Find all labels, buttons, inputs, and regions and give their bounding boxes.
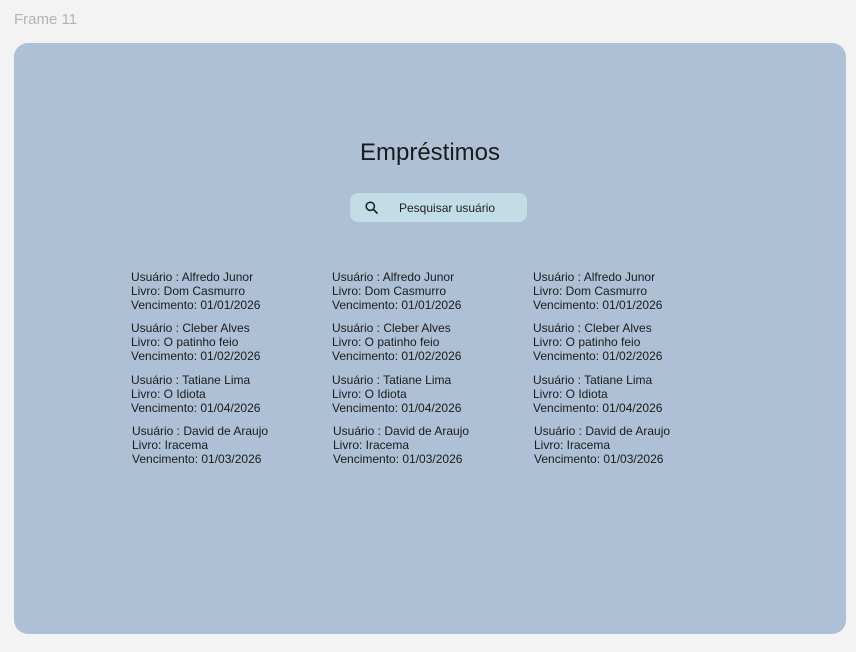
loan-card: Usuário : Tatiane Lima Livro: O Idiota V… — [533, 373, 662, 415]
loan-user: Usuário : David de Araujo — [534, 424, 671, 438]
loan-card: Usuário : David de Araujo Livro: Iracema… — [333, 424, 469, 466]
loan-user: Usuário : David de Araujo — [132, 424, 269, 438]
loan-book: Livro: O patinho feio — [533, 335, 641, 349]
loan-due-date: Vencimento: 01/02/2026 — [131, 349, 261, 363]
loan-due-date: Vencimento: 01/03/2026 — [534, 452, 664, 466]
loan-book: Livro: Iracema — [333, 438, 410, 452]
loan-user: Usuário : Tatiane Lima — [131, 373, 251, 387]
loan-card: Usuário : David de Araujo Livro: Iracema… — [132, 424, 268, 466]
loan-due-date: Vencimento: 01/02/2026 — [332, 349, 462, 363]
loan-user: Usuário : Cleber Alves — [332, 321, 451, 335]
loan-due-date: Vencimento: 01/02/2026 — [533, 349, 663, 363]
loan-user: Usuário : Alfredo Junor — [332, 270, 455, 284]
search-icon — [365, 201, 378, 214]
loan-card: Usuário : Cleber Alves Livro: O patinho … — [332, 321, 461, 363]
loan-book: Livro: O Idiota — [332, 387, 407, 401]
loan-user: Usuário : David de Araujo — [333, 424, 470, 438]
loan-user: Usuário : Tatiane Lima — [332, 373, 452, 387]
loan-user: Usuário : Cleber Alves — [533, 321, 652, 335]
loan-book: Livro: Dom Casmurro — [131, 284, 246, 298]
loan-book: Livro: O Idiota — [131, 387, 206, 401]
loan-due-date: Vencimento: 01/04/2026 — [131, 401, 261, 415]
loan-card: Usuário : David de Araujo Livro: Iracema… — [534, 424, 670, 466]
loan-due-date: Vencimento: 01/04/2026 — [332, 401, 462, 415]
loan-due-date: Vencimento: 01/03/2026 — [333, 452, 463, 466]
loan-due-date: Vencimento: 01/03/2026 — [132, 452, 262, 466]
loan-card: Usuário : Tatiane Lima Livro: O Idiota V… — [131, 373, 260, 415]
loans-frame: Empréstimos Pesquisar usuário Usuário : … — [14, 43, 846, 634]
loan-card: Usuário : Alfredo Junor Livro: Dom Casmu… — [533, 270, 662, 312]
loan-due-date: Vencimento: 01/01/2026 — [332, 298, 462, 312]
loan-book: Livro: Iracema — [534, 438, 611, 452]
search-placeholder: Pesquisar usuário — [399, 200, 496, 215]
loan-due-date: Vencimento: 01/01/2026 — [131, 298, 261, 312]
loan-book: Livro: Dom Casmurro — [533, 284, 648, 298]
loan-card: Usuário : Tatiane Lima Livro: O Idiota V… — [332, 373, 461, 415]
loan-due-date: Vencimento: 01/04/2026 — [533, 401, 663, 415]
loan-user: Usuário : Cleber Alves — [131, 321, 250, 335]
loan-user: Usuário : Alfredo Junor — [131, 270, 254, 284]
loan-book: Livro: O patinho feio — [332, 335, 440, 349]
loan-card: Usuário : Cleber Alves Livro: O patinho … — [131, 321, 260, 363]
frame-label: Frame 11 — [14, 11, 78, 28]
loan-due-date: Vencimento: 01/01/2026 — [533, 298, 663, 312]
loan-user: Usuário : Tatiane Lima — [533, 373, 653, 387]
loan-card: Usuário : Cleber Alves Livro: O patinho … — [533, 321, 662, 363]
loan-user: Usuário : Alfredo Junor — [533, 270, 656, 284]
loan-book: Livro: O Idiota — [533, 387, 608, 401]
loan-card: Usuário : Alfredo Junor Livro: Dom Casmu… — [131, 270, 260, 312]
loan-card: Usuário : Alfredo Junor Livro: Dom Casmu… — [332, 270, 461, 312]
page-title: Empréstimos — [359, 139, 501, 166]
loan-book: Livro: Dom Casmurro — [332, 284, 447, 298]
loan-book: Livro: O patinho feio — [131, 335, 239, 349]
loan-book: Livro: Iracema — [132, 438, 209, 452]
search-user-input[interactable]: Pesquisar usuário — [350, 193, 527, 222]
